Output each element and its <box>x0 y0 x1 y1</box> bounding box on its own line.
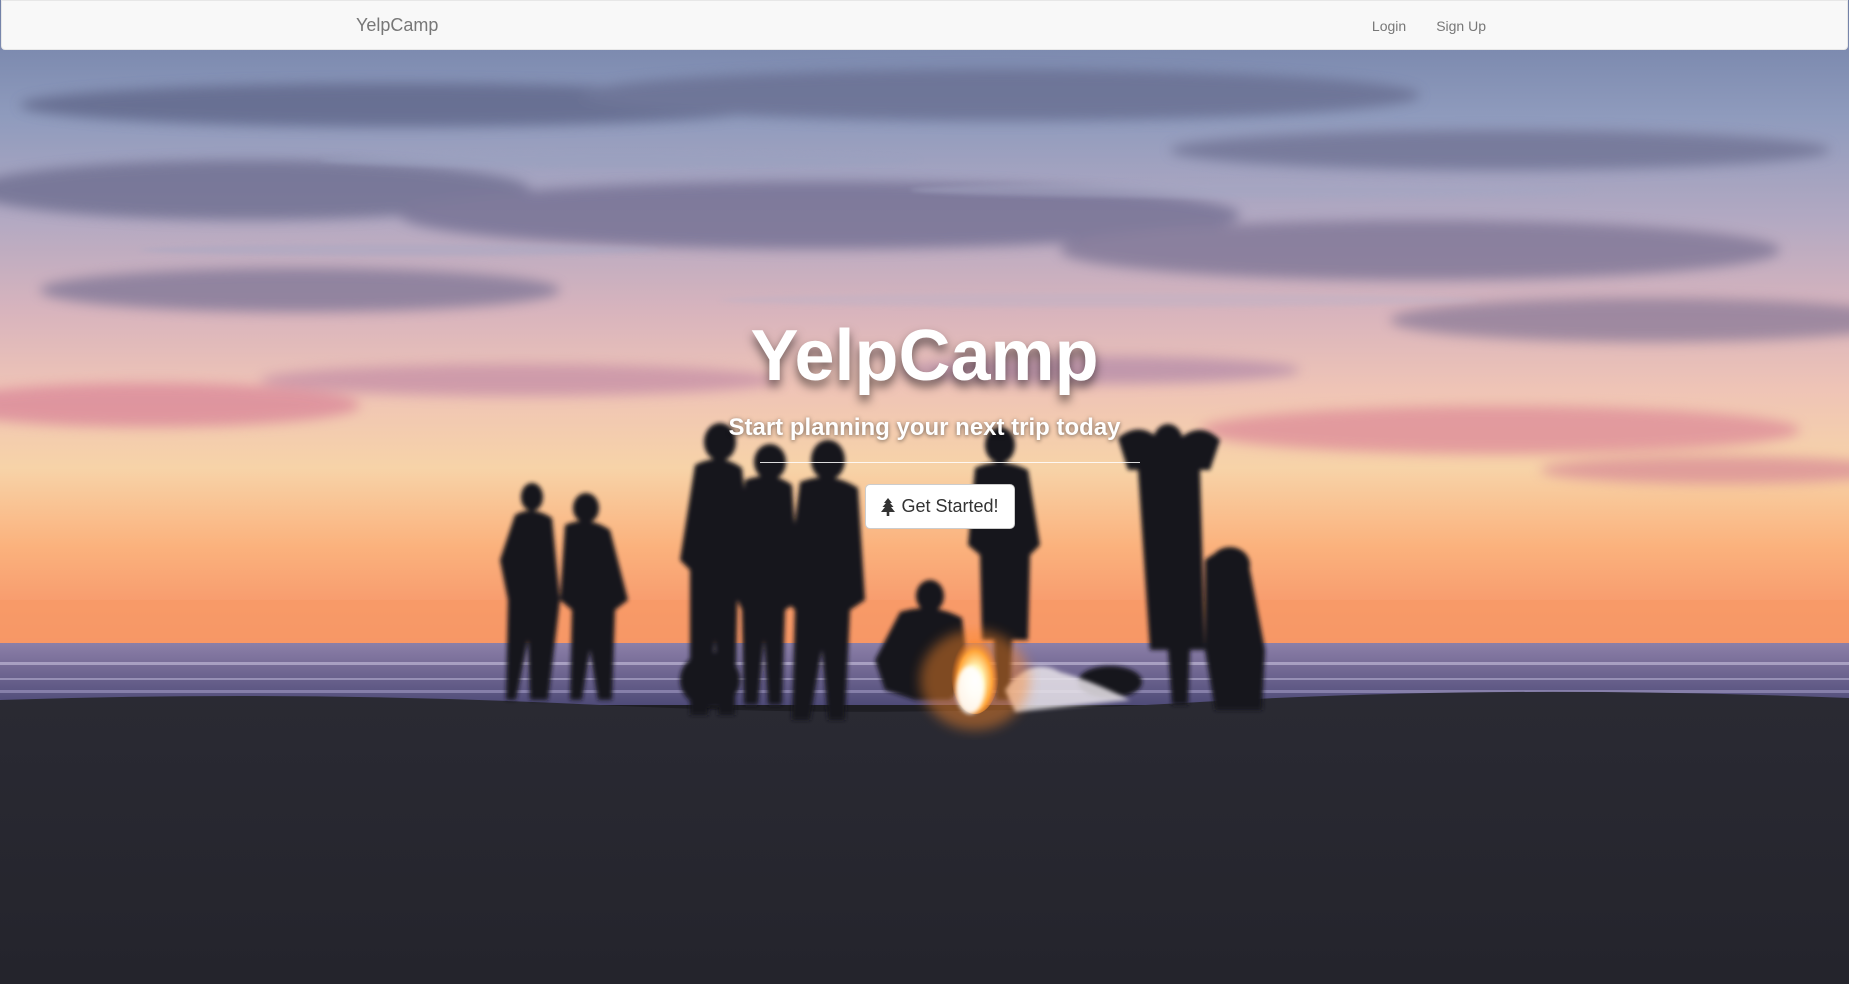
tree-icon <box>881 497 896 516</box>
login-link[interactable]: Login <box>1372 18 1406 34</box>
hero-title: YelpCamp <box>750 316 1099 396</box>
hero: YelpCamp Start planning your next trip t… <box>0 0 1849 984</box>
nav-links: Login Sign Up <box>1372 18 1486 34</box>
top-navbar: YelpCamp Login Sign Up <box>1 0 1848 50</box>
hero-divider <box>760 462 1140 463</box>
page: YelpCamp Login Sign Up YelpCamp Start pl… <box>0 0 1849 984</box>
brand-link[interactable]: YelpCamp <box>356 15 438 36</box>
get-started-button[interactable]: Get Started! <box>865 484 1015 529</box>
signup-link[interactable]: Sign Up <box>1436 18 1486 34</box>
get-started-label: Get Started! <box>901 496 999 516</box>
hero-subtitle: Start planning your next trip today <box>728 414 1121 441</box>
